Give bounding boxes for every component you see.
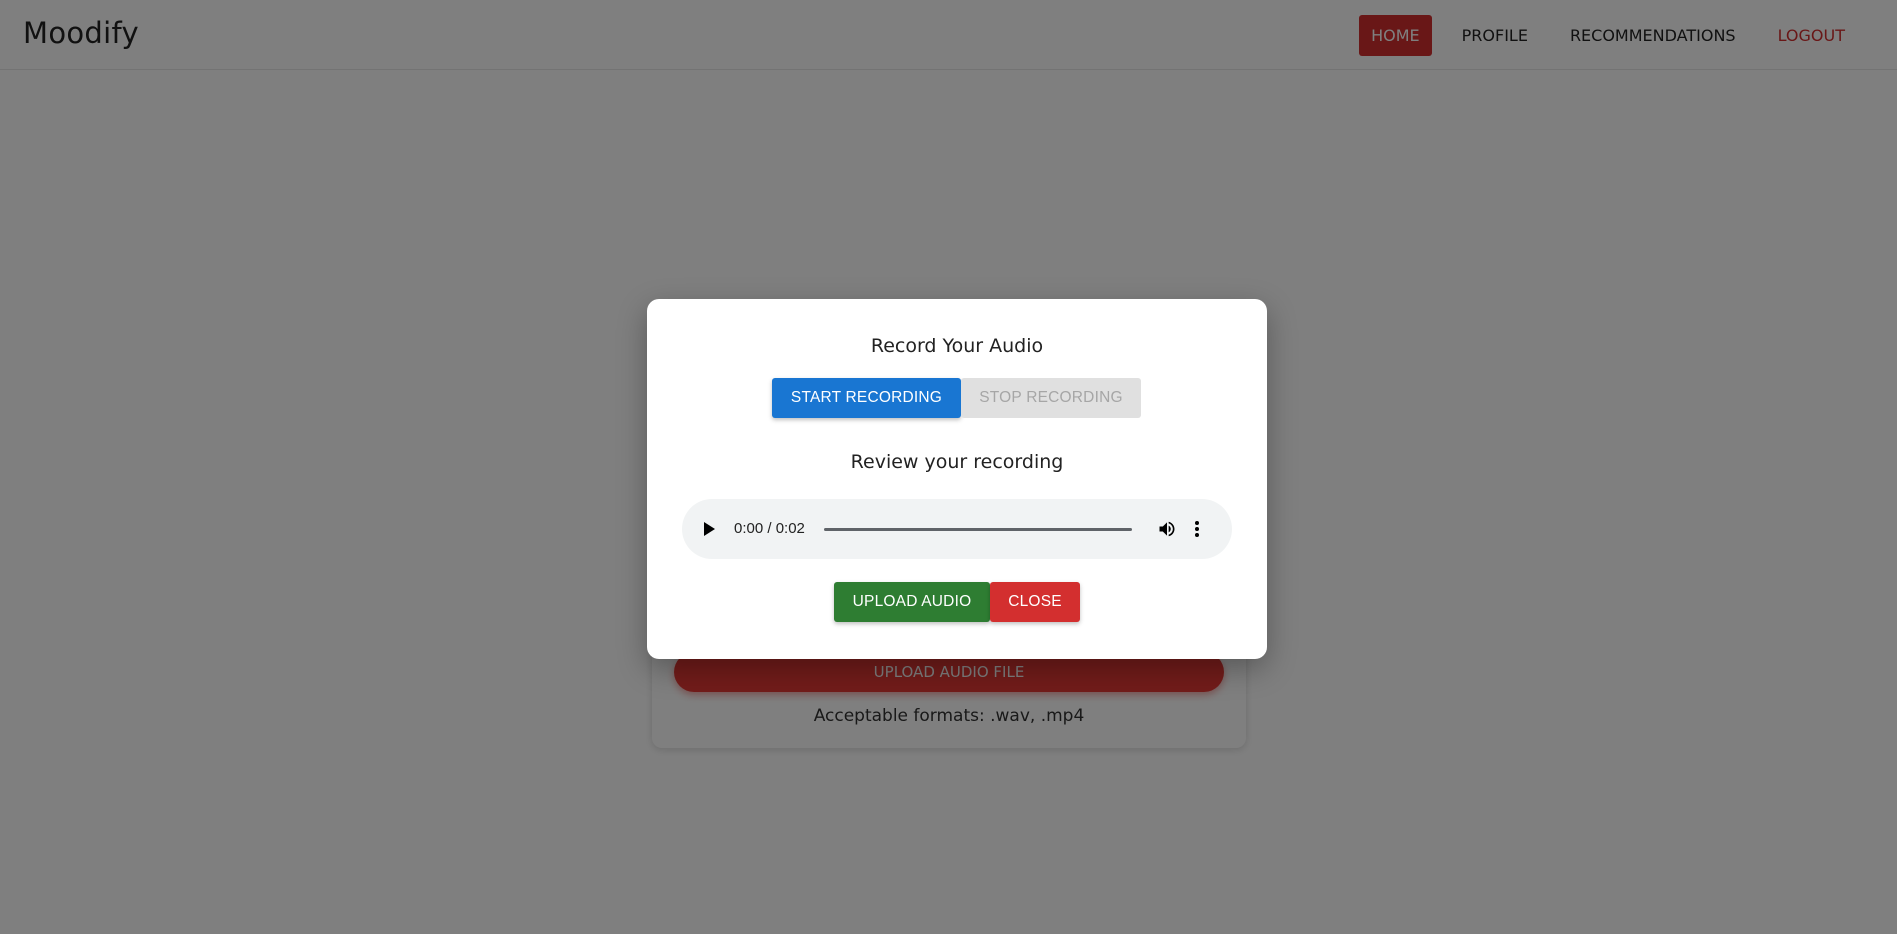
modal-actions: UPLOAD AUDIO CLOSE: [834, 582, 1080, 622]
play-icon[interactable]: [704, 522, 715, 536]
time-display: 0:00 / 0:02: [734, 520, 805, 537]
modal-title: Record Your Audio: [870, 335, 1044, 357]
start-recording-button[interactable]: START RECORDING: [772, 378, 961, 418]
close-button[interactable]: CLOSE: [990, 582, 1080, 622]
progress-slider[interactable]: [824, 528, 1132, 531]
review-title: Review your recording: [850, 451, 1064, 473]
stop-recording-button: STOP RECORDING: [961, 378, 1141, 418]
record-audio-modal: Record Your Audio START RECORDING STOP R…: [647, 299, 1267, 659]
upload-audio-button[interactable]: UPLOAD AUDIO: [834, 582, 990, 622]
more-options-icon[interactable]: [1194, 520, 1200, 538]
page: Moodify HOME PROFILE RECOMMENDATIONS LOG…: [0, 0, 1897, 934]
recording-controls: START RECORDING STOP RECORDING: [772, 378, 1141, 418]
volume-icon[interactable]: [1157, 519, 1177, 539]
audio-player: 0:00 / 0:02: [682, 499, 1232, 559]
